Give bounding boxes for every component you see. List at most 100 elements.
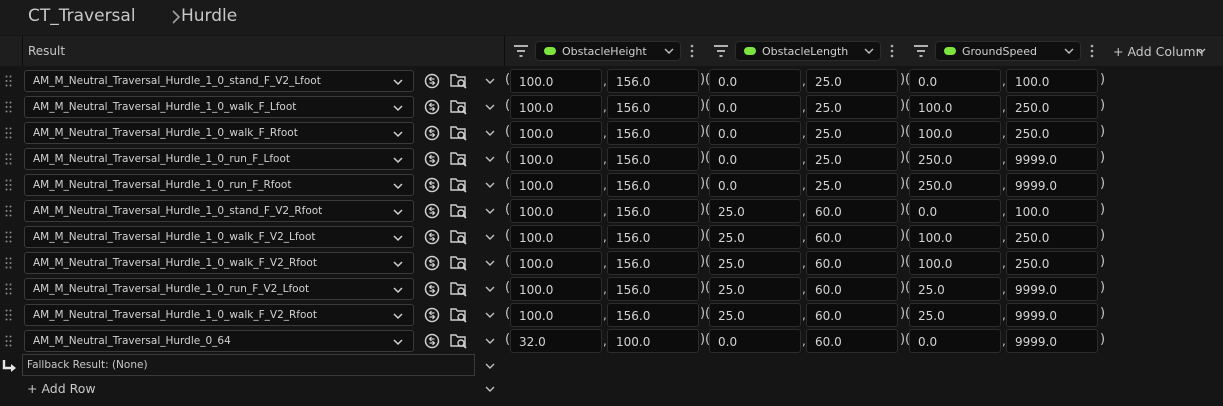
more-options-icon[interactable] [890, 44, 894, 58]
value-field[interactable]: 0.0 [909, 329, 1001, 353]
value-field[interactable]: 25.0 [806, 173, 898, 197]
value-field[interactable]: 100.0 [510, 199, 602, 223]
value-field[interactable]: 250.0 [909, 173, 1001, 197]
fallback-result-field[interactable]: Fallback Result: (None) [22, 354, 475, 376]
value-field[interactable]: 100.0 [510, 225, 602, 249]
use-selected-asset-icon[interactable] [424, 255, 440, 271]
drag-handle-icon[interactable] [5, 257, 12, 269]
value-field[interactable]: 156.0 [607, 277, 699, 301]
chevron-down-icon[interactable] [485, 128, 495, 138]
value-field[interactable]: 0.0 [909, 199, 1001, 223]
browse-to-asset-icon[interactable] [450, 98, 468, 116]
breadcrumb-item-table[interactable]: CT_Traversal [28, 6, 136, 26]
drag-handle-icon[interactable] [5, 309, 12, 321]
value-field[interactable]: 156.0 [607, 69, 699, 93]
asset-picker[interactable]: AM_M_Neutral_Traversal_Hurdle_1_0_walk_F… [24, 226, 414, 248]
asset-picker[interactable]: AM_M_Neutral_Traversal_Hurdle_1_0_stand_… [24, 200, 414, 222]
browse-to-asset-icon[interactable] [450, 124, 468, 142]
value-field[interactable]: 156.0 [607, 121, 699, 145]
value-field[interactable]: 9999.0 [1006, 303, 1098, 327]
asset-picker[interactable]: AM_M_Neutral_Traversal_Hurdle_1_0_walk_F… [24, 252, 414, 274]
value-field[interactable]: 250.0 [1006, 95, 1098, 119]
more-options-icon[interactable] [690, 44, 694, 58]
chevron-down-icon[interactable] [485, 154, 495, 164]
value-field[interactable]: 100.0 [909, 95, 1001, 119]
value-field[interactable]: 100.0 [510, 173, 602, 197]
chevron-down-icon[interactable] [485, 310, 495, 320]
value-field[interactable]: 0.0 [709, 121, 801, 145]
value-field[interactable]: 156.0 [607, 225, 699, 249]
value-field[interactable]: 25.0 [806, 95, 898, 119]
browse-to-asset-icon[interactable] [450, 202, 468, 220]
column-property-select[interactable]: GroundSpeed [935, 41, 1081, 61]
drag-handle-icon[interactable] [5, 283, 12, 295]
value-field[interactable]: 100.0 [1006, 69, 1098, 93]
column-property-select[interactable]: ObstacleHeight [535, 41, 681, 61]
use-selected-asset-icon[interactable] [424, 333, 440, 349]
browse-to-asset-icon[interactable] [450, 150, 468, 168]
value-field[interactable]: 156.0 [607, 251, 699, 275]
value-field[interactable]: 100.0 [510, 147, 602, 171]
use-selected-asset-icon[interactable] [424, 281, 440, 297]
value-field[interactable]: 156.0 [607, 173, 699, 197]
value-field[interactable]: 25.0 [709, 199, 801, 223]
value-field[interactable]: 25.0 [709, 251, 801, 275]
value-field[interactable]: 100.0 [510, 69, 602, 93]
asset-picker[interactable]: AM_M_Neutral_Traversal_Hurdle_1_0_run_F_… [24, 278, 414, 300]
use-selected-asset-icon[interactable] [424, 125, 440, 141]
filter-icon[interactable] [513, 43, 529, 59]
chevron-down-icon[interactable] [485, 361, 495, 371]
column-property-select[interactable]: ObstacleLength [735, 41, 881, 61]
add-column-button[interactable]: + Add Column [1108, 36, 1218, 66]
value-field[interactable]: 100.0 [510, 303, 602, 327]
value-field[interactable]: 60.0 [806, 303, 898, 327]
drag-handle-icon[interactable] [5, 179, 12, 191]
value-field[interactable]: 0.0 [709, 329, 801, 353]
value-field[interactable]: 60.0 [806, 199, 898, 223]
asset-picker[interactable]: AM_M_Neutral_Traversal_Hurdle_1_0_run_F_… [24, 174, 414, 196]
value-field[interactable]: 156.0 [607, 199, 699, 223]
value-field[interactable]: 25.0 [909, 303, 1001, 327]
value-field[interactable]: 60.0 [806, 277, 898, 301]
asset-picker[interactable]: AM_M_Neutral_Traversal_Hurdle_1_0_run_F_… [24, 148, 414, 170]
value-field[interactable]: 32.0 [510, 329, 602, 353]
value-field[interactable]: 9999.0 [1006, 329, 1098, 353]
value-field[interactable]: 25.0 [909, 277, 1001, 301]
value-field[interactable]: 0.0 [709, 95, 801, 119]
value-field[interactable]: 25.0 [806, 121, 898, 145]
browse-to-asset-icon[interactable] [450, 72, 468, 90]
value-field[interactable]: 25.0 [709, 277, 801, 301]
asset-picker[interactable]: AM_M_Neutral_Traversal_Hurdle_1_0_walk_F… [24, 122, 414, 144]
browse-to-asset-icon[interactable] [450, 228, 468, 246]
value-field[interactable]: 100.0 [909, 225, 1001, 249]
value-field[interactable]: 9999.0 [1006, 147, 1098, 171]
chevron-down-icon[interactable] [485, 384, 495, 394]
browse-to-asset-icon[interactable] [450, 280, 468, 298]
chevron-down-icon[interactable] [485, 232, 495, 242]
value-field[interactable]: 100.0 [607, 329, 699, 353]
chevron-down-icon[interactable] [485, 284, 495, 294]
value-field[interactable]: 100.0 [909, 251, 1001, 275]
use-selected-asset-icon[interactable] [424, 307, 440, 323]
use-selected-asset-icon[interactable] [424, 151, 440, 167]
browse-to-asset-icon[interactable] [450, 176, 468, 194]
drag-handle-icon[interactable] [5, 127, 12, 139]
chevron-down-icon[interactable] [485, 102, 495, 112]
value-field[interactable]: 250.0 [909, 147, 1001, 171]
add-row-button[interactable]: + Add Row [0, 378, 1223, 400]
drag-handle-icon[interactable] [5, 231, 12, 243]
value-field[interactable]: 250.0 [1006, 251, 1098, 275]
asset-picker[interactable]: AM_M_Neutral_Traversal_Hurdle_1_0_stand_… [24, 70, 414, 92]
browse-to-asset-icon[interactable] [450, 306, 468, 324]
asset-picker[interactable]: AM_M_Neutral_Traversal_Hurdle_1_0_walk_F… [24, 304, 414, 326]
value-field[interactable]: 100.0 [510, 121, 602, 145]
chevron-down-icon[interactable] [485, 336, 495, 346]
use-selected-asset-icon[interactable] [424, 73, 440, 89]
value-field[interactable]: 9999.0 [1006, 173, 1098, 197]
value-field[interactable]: 156.0 [607, 147, 699, 171]
value-field[interactable]: 25.0 [709, 303, 801, 327]
chevron-down-icon[interactable] [485, 258, 495, 268]
use-selected-asset-icon[interactable] [424, 203, 440, 219]
browse-to-asset-icon[interactable] [450, 332, 468, 350]
browse-to-asset-icon[interactable] [450, 254, 468, 272]
